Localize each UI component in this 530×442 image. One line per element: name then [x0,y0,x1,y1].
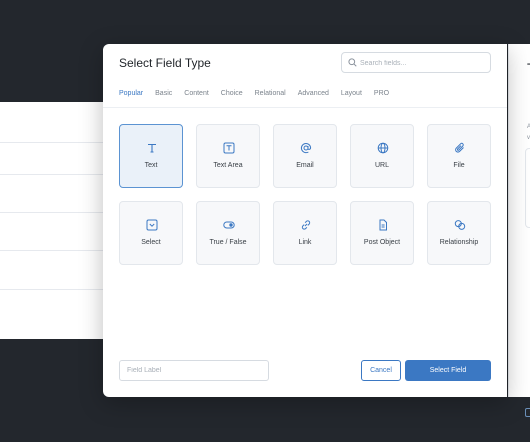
field-tile-select[interactable]: Select [119,201,183,265]
text-area-icon [223,142,235,154]
select-field-button[interactable]: Select Field [405,360,491,381]
field-tile-relationship[interactable]: Relationship [427,201,491,265]
relationship-icon [454,219,466,231]
field-tile-label: Relationship [439,239,479,246]
field-tile-label: Link [298,239,312,246]
tab-advanced[interactable]: Advanced [298,88,329,108]
field-tile-label: Text Area [213,162,243,169]
side-panel: T A v [508,44,530,417]
field-type-grid: Text Text Area Email URL File Select Tru… [119,124,491,265]
text-icon [146,142,158,154]
field-tile-label: Post Object [363,239,401,246]
field-type-tabs: Popular Basic Content Choice Relational … [119,88,401,108]
search-input[interactable] [360,56,485,70]
field-tile-text[interactable]: Text [119,124,183,188]
tab-choice[interactable]: Choice [221,88,243,108]
field-tile-label: Select [141,239,161,246]
field-tile-label: True / False [209,239,247,246]
tab-basic[interactable]: Basic [155,88,172,108]
search-icon [348,58,357,67]
tab-pro[interactable]: PRO [374,88,389,108]
tabs-divider [103,107,507,108]
side-panel-card [525,148,530,228]
field-label-input[interactable] [119,360,269,381]
select-field-type-modal: Select Field Type Popular Basic Content … [103,44,507,397]
field-tile-label: File [453,162,465,169]
field-tile-true-false[interactable]: True / False [196,201,260,265]
field-tile-url[interactable]: URL [350,124,414,188]
field-tile-email[interactable]: Email [273,124,337,188]
field-tile-post-object[interactable]: Post Object [350,201,414,265]
link-icon [300,219,312,231]
field-tile-link[interactable]: Link [273,201,337,265]
modal-title: Select Field Type [119,56,211,70]
tab-relational[interactable]: Relational [255,88,286,108]
field-tile-label: URL [374,162,389,169]
field-tile-text-area[interactable]: Text Area [196,124,260,188]
tab-content[interactable]: Content [184,88,209,108]
cancel-button[interactable]: Cancel [361,360,401,381]
at-icon [300,142,312,154]
toggle-icon [223,219,235,231]
field-tile-file[interactable]: File [427,124,491,188]
field-tile-label: Email [296,162,314,169]
select-icon [146,219,158,231]
tab-layout[interactable]: Layout [341,88,362,108]
screen: T A v Select Field Type Popular Basic Co… [0,0,530,442]
paperclip-icon [454,142,466,154]
search-box[interactable] [341,52,491,73]
document-icon [377,219,389,231]
globe-icon [377,142,389,154]
tab-popular[interactable]: Popular [119,88,144,108]
field-tile-label: Text [144,162,158,169]
side-panel-icon[interactable] [525,408,530,417]
